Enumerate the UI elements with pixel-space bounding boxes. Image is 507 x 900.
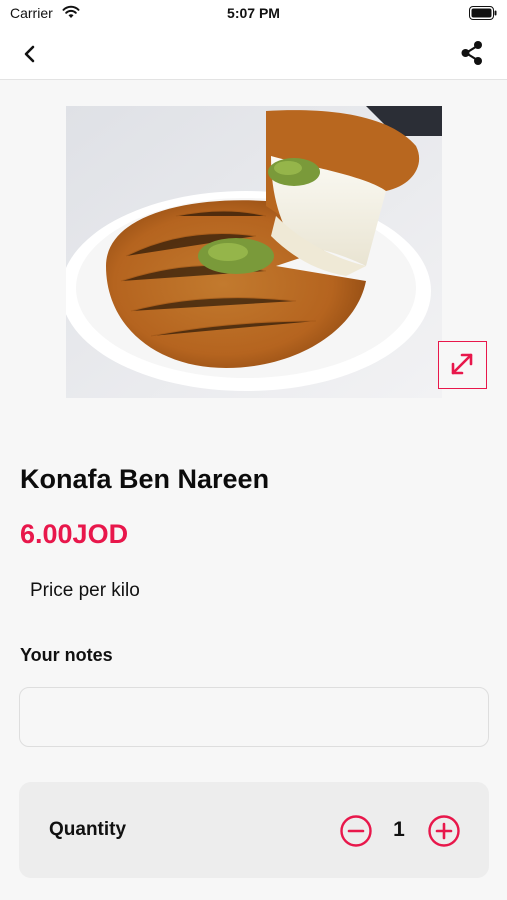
chevron-left-icon[interactable] bbox=[16, 40, 44, 68]
quantity-panel: Quantity 1 bbox=[19, 782, 489, 878]
product-image bbox=[66, 106, 442, 398]
battery-icon bbox=[469, 6, 497, 20]
minus-circle-icon[interactable] bbox=[339, 814, 373, 848]
plus-circle-icon[interactable] bbox=[427, 814, 461, 848]
expand-icon bbox=[451, 353, 473, 375]
notes-label: Your notes bbox=[20, 645, 113, 665]
product-price: 6.00JOD bbox=[20, 519, 129, 549]
expand-image-button[interactable] bbox=[438, 341, 487, 389]
share-icon[interactable] bbox=[457, 38, 487, 68]
status-bar: Carrier 5:07 PM bbox=[0, 0, 507, 28]
notes-input[interactable] bbox=[19, 687, 489, 747]
status-time: 5:07 PM bbox=[227, 5, 280, 21]
quantity-label: Quantity bbox=[49, 819, 127, 840]
product-detail-screen: Carrier 5:07 PM Konafa Ben Nareen 6.00JO… bbox=[0, 0, 507, 900]
konafa-illustration bbox=[66, 106, 442, 398]
navigation-bar bbox=[0, 28, 507, 80]
product-title: Konafa Ben Nareen bbox=[20, 464, 270, 494]
quantity-value: 1 bbox=[393, 818, 405, 841]
price-unit-label: Price per kilo bbox=[30, 580, 140, 601]
